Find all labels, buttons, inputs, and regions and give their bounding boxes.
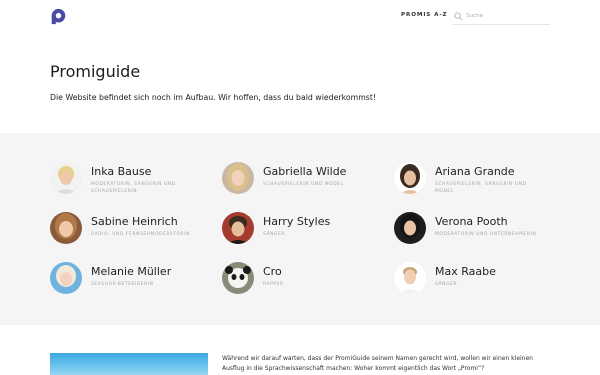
celebrity-role: MODERATORIN, SÄNGERIN UND SCHAUSPIELERIN	[91, 182, 176, 194]
celebrity-name[interactable]: Inka Bause	[91, 165, 151, 178]
celebrity-name[interactable]: Max Raabe	[435, 265, 496, 278]
avatar	[222, 262, 254, 294]
site-header: PROMIS A-Z	[0, 0, 600, 34]
article-text: Während wir darauf warten, dass der Prom…	[222, 355, 533, 372]
celebrity-role: SÄNGER	[435, 282, 457, 287]
celebrity-card-cro[interactable]: Cro RAPPER	[222, 262, 392, 302]
celebrity-name[interactable]: Verona Pooth	[435, 215, 508, 228]
celebrity-role: SEXSHOP-BETREIBERIN	[91, 282, 154, 287]
celebrity-card-harry-styles[interactable]: Harry Styles SÄNGER	[222, 212, 392, 252]
celebrity-name[interactable]: Cro	[263, 265, 282, 278]
avatar	[222, 162, 254, 194]
celebrity-role: RADIO- UND FERNSEHMODERATORIN	[91, 232, 190, 237]
celebrity-role: MODERATORIN UND UNTERNEHMERIN	[435, 232, 537, 237]
page-title: Promiguide	[50, 62, 141, 81]
avatar	[50, 212, 82, 244]
nav-promis-a-z[interactable]: PROMIS A-Z	[401, 12, 448, 18]
celebrity-card-melanie-mueller[interactable]: Melanie Müller SEXSHOP-BETREIBERIN	[50, 262, 220, 302]
celebrity-role: SCHAUSPIELERIN UND MODEL	[263, 182, 344, 187]
search-icon	[454, 12, 463, 21]
celebrity-name[interactable]: Ariana Grande	[435, 165, 515, 178]
celebrity-card-ariana-grande[interactable]: Ariana Grande SCHAUSPIELERIN, SÄNGERIN U…	[394, 162, 564, 202]
celebrity-role: SCHAUSPIELERIN, SÄNGERIN UND MODEL	[435, 182, 527, 194]
celebrity-grid: Inka Bause MODERATORIN, SÄNGERIN UND SCH…	[0, 133, 600, 325]
avatar	[50, 262, 82, 294]
celebrity-card-sabine-heinrich[interactable]: Sabine Heinrich RADIO- UND FERNSEHMODERA…	[50, 212, 220, 252]
celebrity-card-max-raabe[interactable]: Max Raabe SÄNGER	[394, 262, 564, 302]
avatar	[394, 212, 426, 244]
celebrity-name[interactable]: Sabine Heinrich	[91, 215, 178, 228]
page-subtitle: Die Website befindet sich noch im Aufbau…	[50, 93, 377, 102]
celebrity-card-inka-bause[interactable]: Inka Bause MODERATORIN, SÄNGERIN UND SCH…	[50, 162, 220, 202]
article-image	[50, 353, 208, 375]
avatar	[50, 162, 82, 194]
search-box	[452, 9, 550, 25]
celebrity-role: RAPPER	[263, 282, 284, 287]
celebrity-card-gabriella-wilde[interactable]: Gabriella Wilde SCHAUSPIELERIN UND MODEL	[222, 162, 392, 202]
avatar	[394, 262, 426, 294]
celebrity-name[interactable]: Harry Styles	[263, 215, 330, 228]
search-input[interactable]	[466, 9, 548, 23]
celebrity-name[interactable]: Gabriella Wilde	[263, 165, 346, 178]
avatar	[394, 162, 426, 194]
celebrity-card-verona-pooth[interactable]: Verona Pooth MODERATORIN UND UNTERNEHMER…	[394, 212, 564, 252]
celebrity-role: SÄNGER	[263, 232, 285, 237]
promiguide-logo[interactable]	[50, 8, 67, 25]
celebrity-name[interactable]: Melanie Müller	[91, 265, 171, 278]
avatar	[222, 212, 254, 244]
